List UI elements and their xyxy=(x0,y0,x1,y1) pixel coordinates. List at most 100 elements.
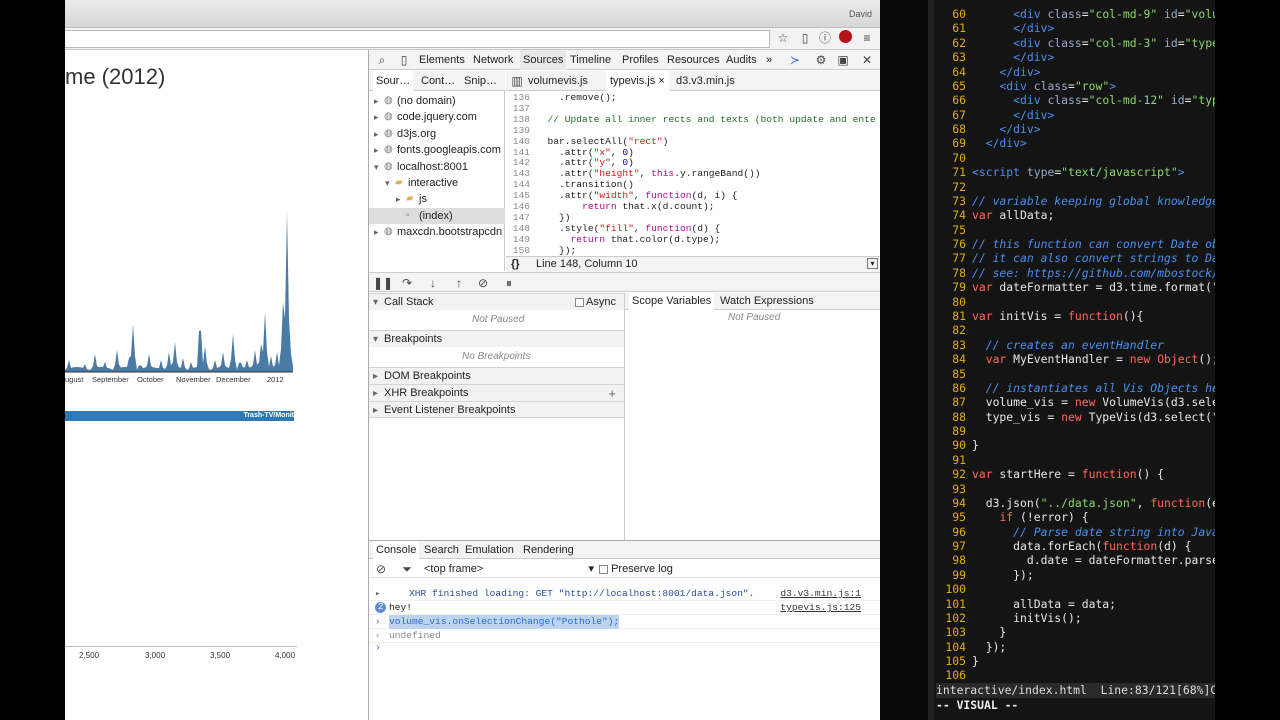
tree-item[interactable]: ▾ ◍ localhost:8001 xyxy=(369,159,505,175)
tab-watch-expressions[interactable]: Watch Expressions xyxy=(720,293,814,310)
vim-line[interactable]: 104 }); xyxy=(936,640,1006,654)
vim-line[interactable]: 81 var initVis = function(){ xyxy=(936,309,1143,323)
code-line[interactable]: 140 bar.selectAll("rect") xyxy=(506,136,669,147)
line-number[interactable]: 137 xyxy=(506,103,530,114)
vim-line[interactable]: 67 </div> xyxy=(936,108,1054,122)
navigator-toggle-icon[interactable]: ▥ xyxy=(509,73,525,89)
line-number[interactable]: 140 xyxy=(506,136,530,147)
code-line[interactable]: 150 }); xyxy=(506,245,577,256)
code-line[interactable]: 136 .remove(); xyxy=(506,92,617,103)
vim-line[interactable]: 82 xyxy=(936,323,972,337)
vim-line[interactable]: 98 d.date = dateFormatter.parse( xyxy=(936,553,1215,567)
nav-tab-sources[interactable]: Sour… xyxy=(373,71,414,91)
tree-item[interactable]: ▸ ◍ (no domain) xyxy=(369,93,505,109)
line-number[interactable]: 149 xyxy=(506,234,530,245)
vim-line[interactable]: 102 initVis(); xyxy=(936,611,1081,625)
call-stack-header[interactable]: Call Stack Async xyxy=(369,293,624,311)
code-line[interactable]: 148 .style("fill", function(d) { xyxy=(506,223,721,234)
vim-line[interactable]: 101 allData = data; xyxy=(936,597,1116,611)
nav-tab-content[interactable]: Cont… xyxy=(421,71,455,91)
source-code[interactable]: 136 .remove(); 137 138 // Update all inner… xyxy=(506,91,880,256)
vim-line[interactable]: 93 xyxy=(936,482,972,496)
vim-line[interactable]: 88 type_vis = new TypeVis(d3.select("# xyxy=(936,410,1215,424)
console-message[interactable]: ‹ undefined xyxy=(369,629,880,643)
deactivate-breakpoints-icon[interactable]: ⊘ xyxy=(475,275,491,291)
line-number[interactable]: 142 xyxy=(506,157,530,168)
expand-arrow-icon[interactable]: ▸ xyxy=(374,109,379,125)
vim-line[interactable]: 84 var MyEventHandler = new Object(); xyxy=(936,352,1215,366)
vim-line[interactable]: 96 // Parse date string into Javas xyxy=(936,525,1215,539)
clear-console-icon[interactable]: ⊘ xyxy=(373,561,389,577)
tab-sources[interactable]: Sources xyxy=(520,50,567,70)
vim-line[interactable]: 60 <div class="col-md-9" id="volum xyxy=(936,7,1215,21)
line-number[interactable]: 147 xyxy=(506,212,530,223)
tab-audits[interactable]: Audits xyxy=(726,50,757,70)
tree-item[interactable]: ▾ ▰ interactive xyxy=(369,175,505,191)
url-input[interactable] xyxy=(65,30,770,48)
console-message[interactable]: › volume_vis.onSelectionChange("Pothole")… xyxy=(369,615,880,629)
async-checkbox[interactable]: Async xyxy=(574,294,616,311)
vim-line[interactable]: 63 </div> xyxy=(936,50,1054,64)
console-prompt[interactable]: › xyxy=(375,643,875,657)
pause-icon[interactable]: ❚❚ xyxy=(373,275,393,291)
tree-item[interactable]: ▸ ▰ js xyxy=(369,191,505,207)
event-breakpoints-header[interactable]: Event Listener Breakpoints xyxy=(369,401,624,419)
filter-icon[interactable]: ⏷ xyxy=(399,561,415,577)
vim-line[interactable]: 68 </div> xyxy=(936,122,1040,136)
code-line[interactable]: 145 .attr("width", function(d, i) { xyxy=(506,190,738,201)
console-source-link[interactable]: d3.v3.min.js:1 xyxy=(780,587,861,601)
menu-icon[interactable]: ≡ xyxy=(859,30,875,46)
expand-arrow-icon[interactable]: ▸ xyxy=(374,142,379,158)
pretty-print-button[interactable]: {} xyxy=(511,257,520,272)
code-line[interactable]: 147 }) xyxy=(506,212,571,223)
vim-line[interactable]: 61 </div> xyxy=(936,21,1054,35)
terminal-scrollbar[interactable] xyxy=(880,0,928,720)
vim-line[interactable]: 76// this function can convert Date obj xyxy=(936,237,1215,251)
frame-select[interactable]: <top frame> ▾ xyxy=(424,560,594,578)
vim-line[interactable]: 91 xyxy=(936,453,972,467)
line-number[interactable]: 145 xyxy=(506,190,530,201)
step-into-icon[interactable]: ↓ xyxy=(425,275,441,291)
xhr-breakpoints-header[interactable]: XHR Breakpoints + xyxy=(369,384,624,402)
vim-line[interactable]: 105} xyxy=(936,654,978,668)
breakpoints-header[interactable]: Breakpoints xyxy=(369,330,624,348)
toggle-debugger-icon[interactable]: ▾ xyxy=(867,258,878,269)
code-line[interactable]: 137 xyxy=(506,103,536,114)
vim-line[interactable]: 92 var startHere = function() { xyxy=(936,467,1164,481)
code-line[interactable]: 142 .attr("y", 0) xyxy=(506,157,634,168)
tab-scope-variables[interactable]: Scope Variables xyxy=(629,293,715,310)
code-line[interactable]: 146 return that.x(d.count); xyxy=(506,201,715,212)
expand-arrow-icon[interactable]: ▾ xyxy=(374,159,379,175)
tab-profiles[interactable]: Profiles xyxy=(622,50,659,70)
vim-line[interactable]: 79var dateFormatter = d3.time.format("% xyxy=(936,280,1215,294)
line-number[interactable]: 143 xyxy=(506,168,530,179)
inspect-icon[interactable]: ⌕ xyxy=(374,52,390,68)
tree-item[interactable]: ▸ ◍ maxcdn.bootstrapcdn xyxy=(369,224,505,240)
add-xhr-breakpoint-icon[interactable]: + xyxy=(608,385,616,402)
line-number[interactable]: 150 xyxy=(506,245,530,256)
line-number[interactable]: 146 xyxy=(506,201,530,212)
vim-line[interactable]: 80 xyxy=(936,295,972,309)
vim-line[interactable]: 77// it can also convert strings to Dat xyxy=(936,251,1215,265)
vim-line[interactable]: 62 <div class="col-md-3" id="typeV xyxy=(936,36,1215,50)
profile-name[interactable]: David xyxy=(849,9,872,19)
vim-line[interactable]: 69 </div> xyxy=(936,136,1027,150)
tab-timeline[interactable]: Timeline xyxy=(570,50,611,70)
extension-icon[interactable]: ▯ xyxy=(797,30,813,46)
console-drawer-icon[interactable]: ≻ xyxy=(787,52,803,68)
line-number[interactable]: 144 xyxy=(506,179,530,190)
device-icon[interactable]: ▯ xyxy=(396,52,412,68)
vim-line[interactable]: 94 d3.json("../data.json", function(er xyxy=(936,496,1215,510)
tab-emulation[interactable]: Emulation xyxy=(465,541,514,559)
code-line[interactable]: 138 // Update all inner rects and texts … xyxy=(506,114,876,125)
vim-line[interactable]: 64 </div> xyxy=(936,65,1040,79)
code-line[interactable]: 143 .attr("height", this.y.rangeBand()) xyxy=(506,168,761,179)
line-number[interactable]: 136 xyxy=(506,92,530,103)
more-tabs[interactable]: » xyxy=(766,50,772,70)
line-number[interactable]: 141 xyxy=(506,147,530,158)
star-icon[interactable]: ☆ xyxy=(775,30,791,46)
file-tab-typevis[interactable]: typevis.js × xyxy=(606,71,669,91)
vim-line[interactable]: 106 xyxy=(936,668,972,682)
vim-line[interactable]: 100 xyxy=(936,582,972,596)
expand-arrow-icon[interactable]: ▸ xyxy=(374,126,379,142)
